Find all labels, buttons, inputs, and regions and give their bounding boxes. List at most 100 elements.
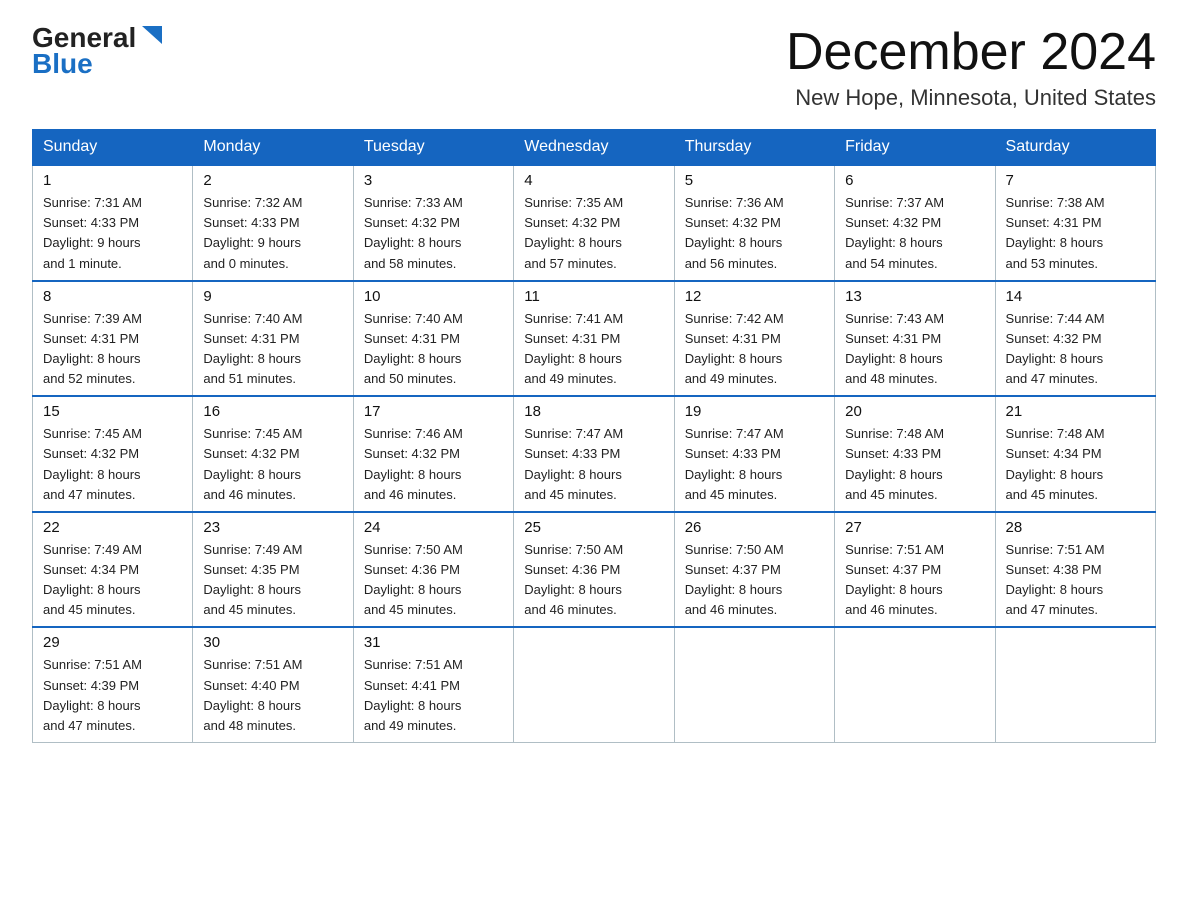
day-info: Sunrise: 7:51 AMSunset: 4:41 PMDaylight:…: [364, 655, 503, 736]
day-info: Sunrise: 7:50 AMSunset: 4:36 PMDaylight:…: [364, 540, 503, 621]
calendar-day-cell: 21 Sunrise: 7:48 AMSunset: 4:34 PMDayligh…: [995, 396, 1155, 512]
month-title: December 2024: [786, 24, 1156, 81]
day-number: 5: [685, 172, 824, 189]
day-info: Sunrise: 7:49 AMSunset: 4:35 PMDaylight:…: [203, 540, 342, 621]
day-info: Sunrise: 7:42 AMSunset: 4:31 PMDaylight:…: [685, 309, 824, 390]
day-number: 3: [364, 172, 503, 189]
calendar-day-cell: 28 Sunrise: 7:51 AMSunset: 4:38 PMDayligh…: [995, 512, 1155, 628]
day-number: 16: [203, 403, 342, 420]
day-info: Sunrise: 7:31 AMSunset: 4:33 PMDaylight:…: [43, 193, 182, 274]
calendar-day-cell: 26 Sunrise: 7:50 AMSunset: 4:37 PMDayligh…: [674, 512, 834, 628]
calendar-day-cell: [674, 627, 834, 742]
day-info: Sunrise: 7:47 AMSunset: 4:33 PMDaylight:…: [685, 424, 824, 505]
day-info: Sunrise: 7:37 AMSunset: 4:32 PMDaylight:…: [845, 193, 984, 274]
calendar-day-cell: 4Sunrise: 7:35 AMSunset: 4:32 PMDaylight…: [514, 165, 674, 281]
day-info: Sunrise: 7:35 AMSunset: 4:32 PMDaylight:…: [524, 193, 663, 274]
day-info: Sunrise: 7:50 AMSunset: 4:36 PMDaylight:…: [524, 540, 663, 621]
day-number: 17: [364, 403, 503, 420]
day-number: 31: [364, 634, 503, 651]
day-number: 19: [685, 403, 824, 420]
calendar-week-row: 8 Sunrise: 7:39 AMSunset: 4:31 PMDaylight…: [33, 281, 1156, 397]
day-info: Sunrise: 7:33 AMSunset: 4:32 PMDaylight:…: [364, 193, 503, 274]
calendar-day-cell: 12 Sunrise: 7:42 AMSunset: 4:31 PMDayligh…: [674, 281, 834, 397]
calendar-week-row: 22Sunrise: 7:49 AMSunset: 4:34 PMDayligh…: [33, 512, 1156, 628]
calendar-day-cell: 11 Sunrise: 7:41 AMSunset: 4:31 PMDayligh…: [514, 281, 674, 397]
calendar-day-cell: 16 Sunrise: 7:45 AMSunset: 4:32 PMDayligh…: [193, 396, 353, 512]
day-info: Sunrise: 7:51 AMSunset: 4:39 PMDaylight:…: [43, 655, 182, 736]
day-number: 22: [43, 519, 182, 536]
calendar-day-cell: 29 Sunrise: 7:51 AMSunset: 4:39 PMDayligh…: [33, 627, 193, 742]
day-number: 8: [43, 288, 182, 305]
title-area: December 2024 New Hope, Minnesota, Unite…: [786, 24, 1156, 111]
calendar-day-cell: 27 Sunrise: 7:51 AMSunset: 4:37 PMDayligh…: [835, 512, 995, 628]
calendar-week-row: 1 Sunrise: 7:31 AMSunset: 4:33 PMDaylight…: [33, 165, 1156, 281]
day-number: 14: [1006, 288, 1145, 305]
logo: General Blue: [32, 24, 166, 78]
day-number: 10: [364, 288, 503, 305]
day-number: 11: [524, 288, 663, 305]
calendar-day-cell: 7 Sunrise: 7:38 AMSunset: 4:31 PMDaylight…: [995, 165, 1155, 281]
header-friday: Friday: [835, 130, 995, 166]
day-number: 12: [685, 288, 824, 305]
day-number: 6: [845, 172, 984, 189]
day-number: 27: [845, 519, 984, 536]
calendar-day-cell: 19 Sunrise: 7:47 AMSunset: 4:33 PMDayligh…: [674, 396, 834, 512]
day-number: 20: [845, 403, 984, 420]
calendar-day-cell: 3 Sunrise: 7:33 AMSunset: 4:32 PMDaylight…: [353, 165, 513, 281]
day-number: 26: [685, 519, 824, 536]
calendar-day-cell: 31 Sunrise: 7:51 AMSunset: 4:41 PMDayligh…: [353, 627, 513, 742]
day-number: 24: [364, 519, 503, 536]
day-info: Sunrise: 7:38 AMSunset: 4:31 PMDaylight:…: [1006, 193, 1145, 274]
day-number: 18: [524, 403, 663, 420]
day-info: Sunrise: 7:47 AMSunset: 4:33 PMDaylight:…: [524, 424, 663, 505]
header-monday: Monday: [193, 130, 353, 166]
calendar-day-cell: 25Sunrise: 7:50 AMSunset: 4:36 PMDayligh…: [514, 512, 674, 628]
day-info: Sunrise: 7:51 AMSunset: 4:38 PMDaylight:…: [1006, 540, 1145, 621]
calendar-day-cell: 13 Sunrise: 7:43 AMSunset: 4:31 PMDayligh…: [835, 281, 995, 397]
calendar-day-cell: [995, 627, 1155, 742]
day-number: 9: [203, 288, 342, 305]
calendar-day-cell: 15Sunrise: 7:45 AMSunset: 4:32 PMDayligh…: [33, 396, 193, 512]
day-info: Sunrise: 7:46 AMSunset: 4:32 PMDaylight:…: [364, 424, 503, 505]
day-info: Sunrise: 7:41 AMSunset: 4:31 PMDaylight:…: [524, 309, 663, 390]
logo-arrow-icon: [138, 22, 166, 50]
day-number: 21: [1006, 403, 1145, 420]
day-number: 1: [43, 172, 182, 189]
header-saturday: Saturday: [995, 130, 1155, 166]
day-info: Sunrise: 7:48 AMSunset: 4:33 PMDaylight:…: [845, 424, 984, 505]
header-tuesday: Tuesday: [353, 130, 513, 166]
header-thursday: Thursday: [674, 130, 834, 166]
day-number: 23: [203, 519, 342, 536]
day-number: 29: [43, 634, 182, 651]
calendar-day-cell: [514, 627, 674, 742]
day-info: Sunrise: 7:32 AMSunset: 4:33 PMDaylight:…: [203, 193, 342, 274]
day-info: Sunrise: 7:40 AMSunset: 4:31 PMDaylight:…: [364, 309, 503, 390]
day-number: 2: [203, 172, 342, 189]
calendar-day-cell: 5Sunrise: 7:36 AMSunset: 4:32 PMDaylight…: [674, 165, 834, 281]
day-number: 28: [1006, 519, 1145, 536]
day-info: Sunrise: 7:48 AMSunset: 4:34 PMDaylight:…: [1006, 424, 1145, 505]
calendar-day-cell: 18 Sunrise: 7:47 AMSunset: 4:33 PMDayligh…: [514, 396, 674, 512]
day-info: Sunrise: 7:51 AMSunset: 4:40 PMDaylight:…: [203, 655, 342, 736]
calendar-day-cell: 17 Sunrise: 7:46 AMSunset: 4:32 PMDayligh…: [353, 396, 513, 512]
logo-text-block: General Blue: [32, 24, 166, 78]
day-number: 7: [1006, 172, 1145, 189]
day-info: Sunrise: 7:43 AMSunset: 4:31 PMDaylight:…: [845, 309, 984, 390]
day-number: 13: [845, 288, 984, 305]
calendar-day-cell: 23 Sunrise: 7:49 AMSunset: 4:35 PMDayligh…: [193, 512, 353, 628]
day-info: Sunrise: 7:45 AMSunset: 4:32 PMDaylight:…: [203, 424, 342, 505]
calendar-day-cell: 30Sunrise: 7:51 AMSunset: 4:40 PMDayligh…: [193, 627, 353, 742]
page-header: General Blue December 2024 New Hope, Min…: [32, 24, 1156, 111]
calendar-table: Sunday Monday Tuesday Wednesday Thursday…: [32, 129, 1156, 743]
day-info: Sunrise: 7:40 AMSunset: 4:31 PMDaylight:…: [203, 309, 342, 390]
calendar-day-cell: 9 Sunrise: 7:40 AMSunset: 4:31 PMDaylight…: [193, 281, 353, 397]
header-wednesday: Wednesday: [514, 130, 674, 166]
calendar-day-cell: 2 Sunrise: 7:32 AMSunset: 4:33 PMDaylight…: [193, 165, 353, 281]
day-info: Sunrise: 7:44 AMSunset: 4:32 PMDaylight:…: [1006, 309, 1145, 390]
calendar-week-row: 29 Sunrise: 7:51 AMSunset: 4:39 PMDayligh…: [33, 627, 1156, 742]
day-number: 15: [43, 403, 182, 420]
day-info: Sunrise: 7:39 AMSunset: 4:31 PMDaylight:…: [43, 309, 182, 390]
day-info: Sunrise: 7:51 AMSunset: 4:37 PMDaylight:…: [845, 540, 984, 621]
calendar-day-cell: [835, 627, 995, 742]
day-info: Sunrise: 7:50 AMSunset: 4:37 PMDaylight:…: [685, 540, 824, 621]
